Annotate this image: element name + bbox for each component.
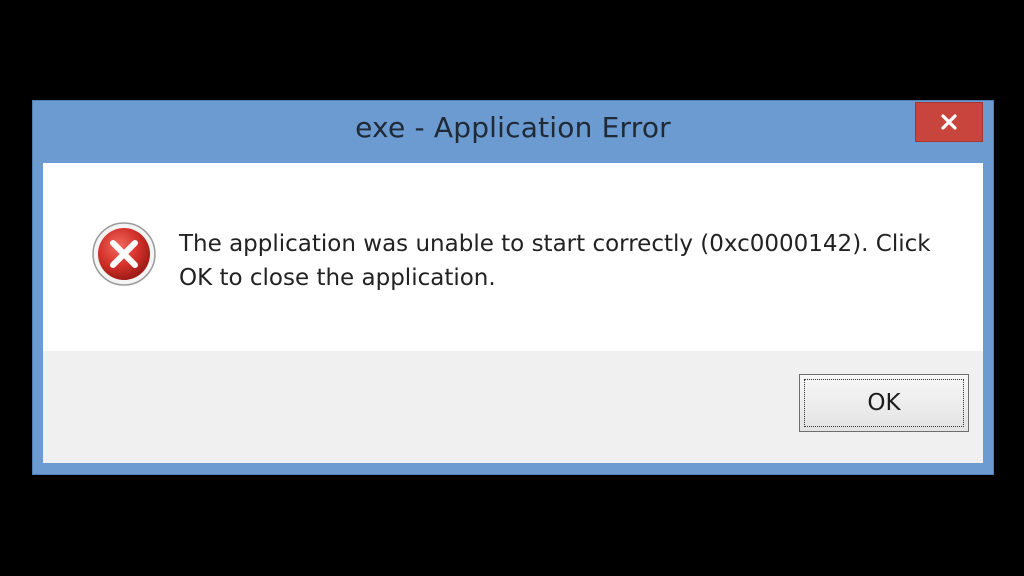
dialog-title: exe - Application Error (355, 111, 671, 144)
error-icon (92, 222, 156, 286)
close-button[interactable] (915, 102, 983, 142)
message-area: The application was unable to start corr… (43, 163, 983, 351)
ok-button[interactable]: OK (799, 374, 969, 432)
dialog-body: The application was unable to start corr… (43, 163, 983, 463)
screen-background: exe - Application Error The application … (0, 0, 1024, 576)
error-message: The application was unable to start corr… (179, 231, 931, 291)
error-dialog: exe - Application Error The application … (32, 100, 994, 475)
title-bar[interactable]: exe - Application Error (33, 101, 993, 163)
close-icon (941, 114, 957, 130)
ok-button-label: OK (804, 379, 964, 427)
